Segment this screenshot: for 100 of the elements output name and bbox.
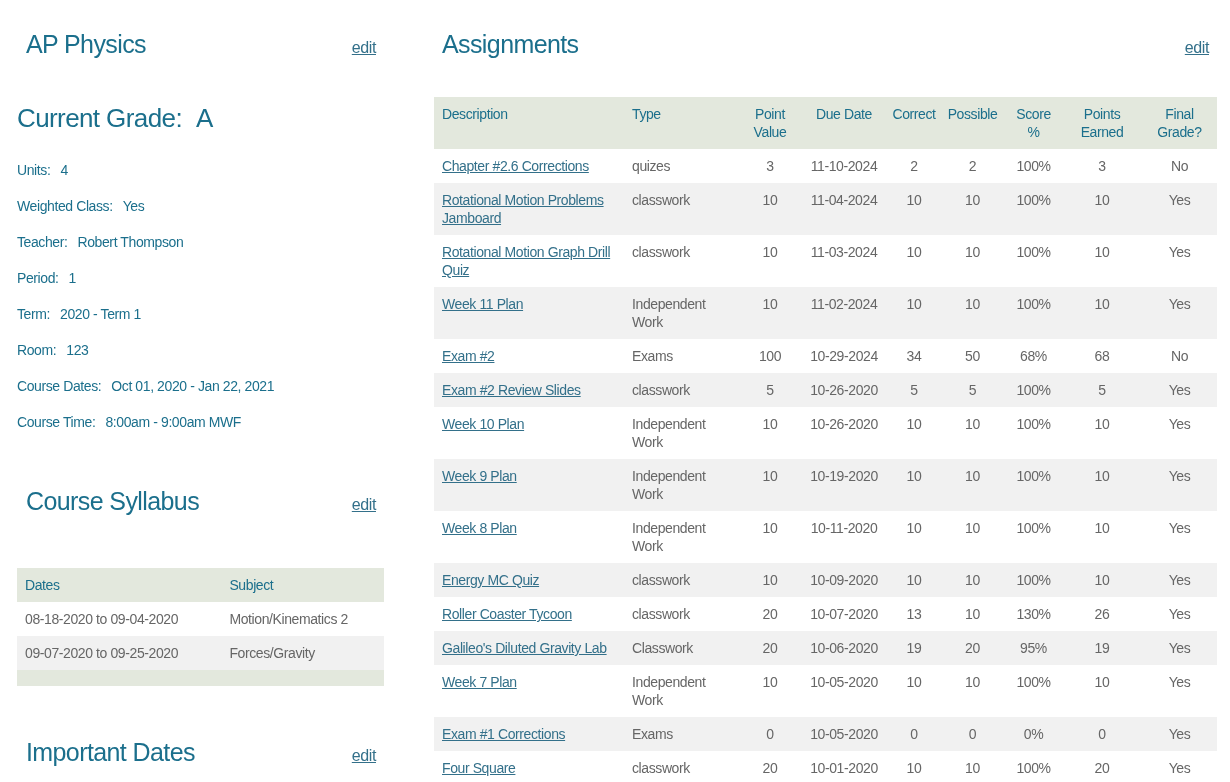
table-cell: classwork [624, 563, 740, 597]
table-cell: 100% [1005, 407, 1062, 459]
table-cell: Motion/Kinematics 2 [221, 602, 384, 636]
detail-label: Term: [17, 306, 50, 324]
table-cell: quizes [624, 149, 740, 183]
table-cell: 10 [1062, 235, 1142, 287]
table-cell: 100% [1005, 149, 1062, 183]
table-cell: 10 [740, 511, 800, 563]
table-cell: 10 [940, 597, 1005, 631]
table-cell: 5 [740, 373, 800, 407]
table-cell: classwork [624, 373, 740, 407]
table-cell: 130% [1005, 597, 1062, 631]
detail-label: Teacher: [17, 234, 68, 252]
assignment-link[interactable]: Week 9 Plan [442, 467, 517, 485]
table-cell: Yes [1142, 373, 1217, 407]
detail-value: 8:00am - 9:00am MWF [105, 414, 241, 432]
table-cell: 95% [1005, 631, 1062, 665]
table-cell: 10-26-2020 [800, 373, 888, 407]
table-cell: 10 [940, 183, 1005, 235]
table-cell: 10-11-2020 [800, 511, 888, 563]
section-title: Course Syllabus [26, 487, 200, 516]
table-cell: 10 [940, 665, 1005, 717]
table-cell: 20 [740, 597, 800, 631]
table-cell: 68% [1005, 339, 1062, 373]
table-cell: 10 [888, 751, 940, 782]
table-cell: Yes [1142, 235, 1217, 287]
assignment-link[interactable]: Roller Coaster Tycoon [442, 605, 572, 623]
table-cell: 5 [940, 373, 1005, 407]
assignment-link[interactable]: Week 10 Plan [442, 415, 525, 433]
table-cell: Yes [1142, 751, 1217, 782]
table-cell: 10-19-2020 [800, 459, 888, 511]
assignment-link[interactable]: Chapter #2.6 Corrections [442, 157, 589, 175]
table-cell: 100% [1005, 287, 1062, 339]
edit-link[interactable]: edit [351, 39, 376, 57]
table-cell: 10 [940, 287, 1005, 339]
table-cell: 10 [740, 563, 800, 597]
table-cell: 68 [1062, 339, 1142, 373]
table-cell: 19 [1062, 631, 1142, 665]
table-cell: 19 [888, 631, 940, 665]
table-cell: 10 [1062, 459, 1142, 511]
grade-value: A [196, 103, 213, 134]
detail-value: 123 [66, 342, 89, 360]
table-cell: 100% [1005, 373, 1062, 407]
detail-value: 4 [60, 162, 68, 180]
table-cell: 10 [940, 511, 1005, 563]
column-header: Correct [888, 97, 940, 149]
table-cell: 10 [888, 287, 940, 339]
detail-label: Course Time: [17, 414, 96, 432]
detail-label: Weighted Class: [17, 198, 113, 216]
assignment-link[interactable]: Rotational Motion Graph Drill Quiz [442, 243, 620, 279]
assignment-link[interactable]: Four Square [442, 759, 516, 777]
edit-link[interactable]: edit [351, 496, 376, 514]
table-cell: 100% [1005, 183, 1062, 235]
table-cell: 10 [740, 235, 800, 287]
column-header: Dates [17, 568, 222, 602]
table-cell: 11-03-2024 [800, 235, 888, 287]
table-cell: 10 [888, 511, 940, 563]
table-cell: Exams [624, 717, 740, 751]
table-cell: 10 [740, 459, 800, 511]
detail-value: Yes [122, 198, 145, 216]
table-cell: 5 [1062, 373, 1142, 407]
table-cell: 10 [888, 563, 940, 597]
assignment-link[interactable]: Week 11 Plan [442, 295, 524, 313]
detail-value: 1 [68, 270, 76, 288]
column-header: Points Earned [1062, 97, 1142, 149]
table-cell: 10 [940, 459, 1005, 511]
column-header: Point Value [740, 97, 800, 149]
table-cell: Yes [1142, 597, 1217, 631]
column-header: Due Date [800, 97, 888, 149]
table-cell: Forces/Gravity [221, 636, 384, 670]
edit-link[interactable]: edit [351, 747, 376, 765]
assignment-link[interactable]: Exam #2 [442, 347, 495, 365]
table-cell: 11-02-2024 [800, 287, 888, 339]
section-title: Important Dates [26, 738, 195, 767]
table-cell: 10 [888, 183, 940, 235]
table-cell: 20 [1062, 751, 1142, 782]
table-cell: 100% [1005, 511, 1062, 563]
table-cell: 10-05-2020 [800, 717, 888, 751]
table-cell: 0 [740, 717, 800, 751]
table-cell: 10 [888, 665, 940, 717]
table-cell: 10 [1062, 407, 1142, 459]
table-cell: Independent Work [624, 459, 740, 511]
column-header: Final Grade? [1142, 97, 1217, 149]
table-cell: 20 [940, 631, 1005, 665]
table-cell: 10-01-2020 [800, 751, 888, 782]
table-cell: 26 [1062, 597, 1142, 631]
table-cell: Yes [1142, 631, 1217, 665]
table-cell: No [1142, 149, 1217, 183]
table-cell: 3 [740, 149, 800, 183]
edit-link[interactable]: edit [1184, 39, 1209, 57]
table-cell: Yes [1142, 459, 1217, 511]
course-title: AP Physics [26, 30, 146, 59]
column-header: Description [434, 97, 624, 149]
table-cell: classwork [624, 597, 740, 631]
table-cell: 10 [940, 563, 1005, 597]
assignment-link[interactable]: Week 7 Plan [442, 673, 517, 691]
table-cell: 100% [1005, 665, 1062, 717]
assignment-link[interactable]: Week 8 Plan [442, 519, 517, 537]
detail-label: Period: [17, 270, 59, 288]
detail-value: Oct 01, 2020 - Jan 22, 2021 [111, 378, 275, 396]
